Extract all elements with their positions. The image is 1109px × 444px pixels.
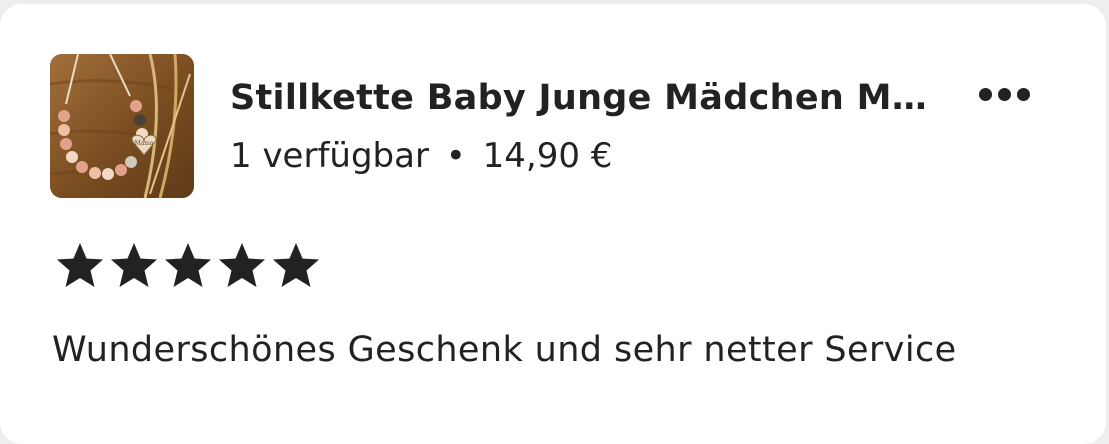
review-text: Wunderschönes Geschenk und sehr netter S…: [52, 330, 957, 370]
star-filled-icon: [273, 243, 319, 287]
more-horizontal-icon: [978, 87, 1030, 101]
star-filled-icon: [219, 243, 265, 287]
pendant-engraving: Mama: [135, 140, 154, 147]
star-rating: [54, 240, 322, 290]
separator-dot: •: [445, 136, 466, 176]
star-filled-icon: [165, 243, 211, 287]
star-filled-icon: [57, 243, 103, 287]
necklace-product-image: Mama: [50, 54, 194, 198]
price-text: 14,90 €: [482, 136, 613, 176]
product-thumbnail[interactable]: Mama: [50, 54, 194, 198]
star-filled-icon: [111, 243, 157, 287]
more-options-button[interactable]: [965, 74, 1043, 114]
review-card: Mama Stillkette Baby Junge Mädchen Ma...…: [0, 4, 1106, 444]
listing-title[interactable]: Stillkette Baby Junge Mädchen Ma...: [230, 78, 930, 118]
availability-text: 1 verfügbar: [230, 136, 429, 176]
listing-meta: 1 verfügbar • 14,90 €: [230, 136, 612, 176]
